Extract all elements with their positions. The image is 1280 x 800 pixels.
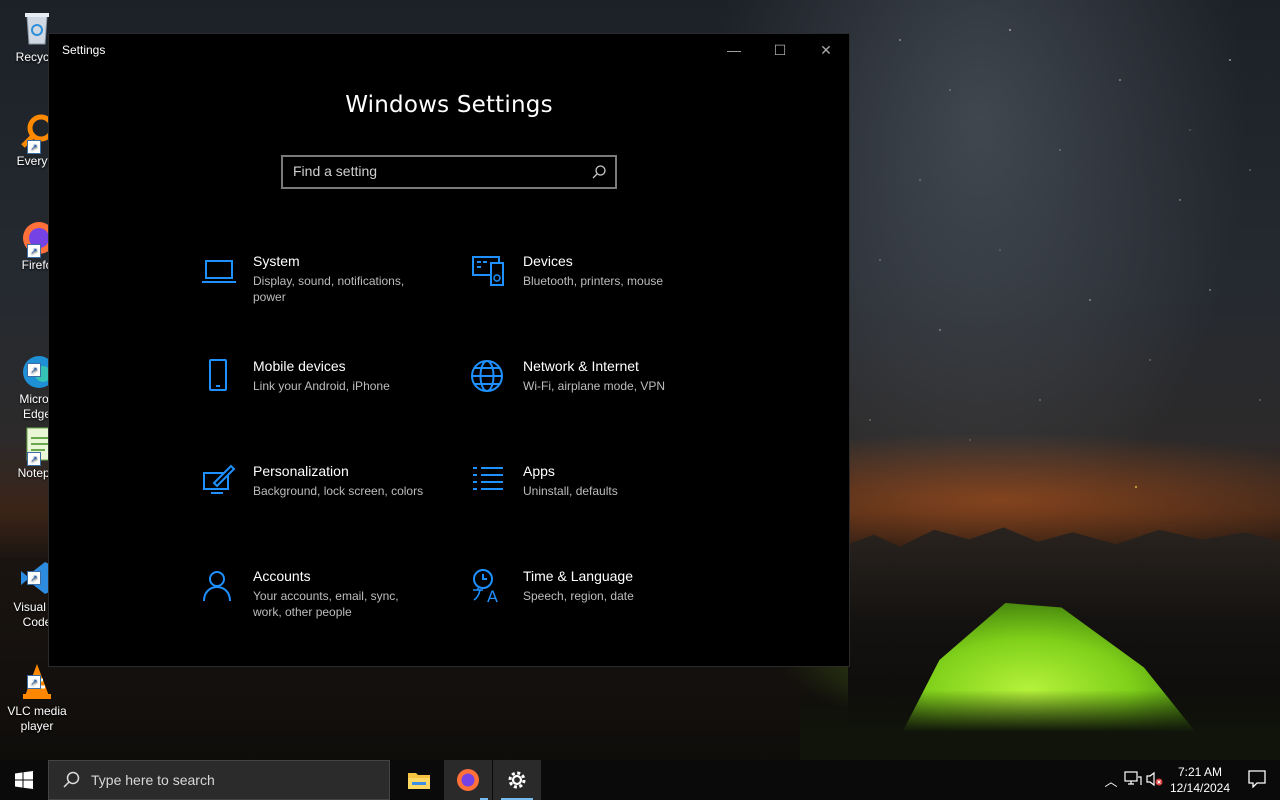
tile-accounts[interactable]: Accounts Your accounts, email, sync, wor… [199, 564, 449, 644]
tile-description: Speech, region, date [523, 589, 634, 603]
search-icon[interactable] [591, 164, 607, 180]
tile-description: Background, lock screen, colors [253, 484, 424, 498]
search-icon [63, 771, 80, 788]
minimize-icon: — [727, 42, 741, 58]
tile-title: Accounts [253, 568, 311, 584]
tile-apps[interactable]: Apps Uninstall, defaults [469, 459, 719, 539]
svg-text:A: A [487, 587, 498, 606]
notification-icon [1248, 769, 1266, 789]
volume-muted-icon[interactable] [1144, 771, 1166, 790]
windows-logo-icon [15, 771, 33, 789]
tile-title: System [253, 253, 300, 269]
clock-date: 12/14/2024 [1169, 781, 1231, 795]
maximize-button[interactable]: ☐ [757, 34, 803, 66]
close-button[interactable]: ✕ [803, 34, 849, 66]
firefox-icon [457, 769, 479, 791]
maximize-icon: ☐ [773, 41, 787, 58]
grass-foreground [800, 690, 1280, 760]
settings-gear-icon [508, 771, 526, 789]
shortcut-arrow-icon: ↗ [27, 675, 41, 689]
tile-description: Your accounts, email, sync, work, other … [253, 589, 399, 619]
taskbar-search-box[interactable]: Type here to search [48, 760, 390, 800]
tile-title: Devices [523, 253, 573, 269]
start-button[interactable] [0, 760, 48, 800]
page-title: Windows Settings [345, 92, 553, 118]
settings-search-box[interactable] [281, 155, 617, 189]
tile-title: Apps [523, 463, 555, 479]
taskbar-file-explorer[interactable] [395, 760, 443, 800]
title-bar[interactable]: Settings — ☐ ✕ [49, 34, 849, 66]
shortcut-arrow-icon: ↗ [27, 244, 41, 258]
shortcut-arrow-icon: ↗ [27, 363, 41, 377]
tile-system[interactable]: System Display, sound, notifications, po… [199, 249, 449, 329]
paint-icon [203, 464, 236, 494]
phone-icon [209, 359, 227, 391]
taskbar-firefox[interactable] [444, 760, 492, 800]
network-icon[interactable] [1122, 770, 1144, 790]
tile-personalization[interactable]: Personalization Background, lock screen,… [199, 459, 449, 539]
action-center-button[interactable] [1234, 769, 1280, 791]
taskbar-clock[interactable]: 7:21 AM 12/14/2024 [1166, 764, 1234, 796]
person-icon [203, 571, 231, 602]
tile-title: Time & Language [523, 568, 633, 584]
tile-mobile-devices[interactable]: Mobile devices Link your Android, iPhone [199, 354, 449, 434]
minimize-button[interactable]: — [711, 34, 757, 66]
clock-time: 7:21 AM [1177, 765, 1223, 779]
tile-description: Uninstall, defaults [523, 484, 618, 498]
window-title: Settings [62, 43, 106, 57]
tile-title: Personalization [253, 463, 349, 479]
settings-window[interactable]: Settings — ☐ ✕ Windows Settings System D… [48, 33, 850, 667]
tile-description: Wi-Fi, airplane mode, VPN [523, 379, 666, 393]
shortcut-arrow-icon: ↗ [27, 452, 41, 466]
time-language-icon: A [473, 569, 498, 606]
laptop-icon [202, 260, 236, 283]
taskbar-search-placeholder: Type here to search [91, 772, 215, 788]
close-icon: ✕ [820, 41, 832, 58]
system-tray: ︿ 7:21 AM 12/14/2024 [1100, 760, 1280, 800]
tile-time-language[interactable]: A Time & Language Speech, region, date [469, 564, 719, 644]
tile-network-internet[interactable]: Network & Internet Wi-Fi, airplane mode,… [469, 354, 719, 434]
tile-description: Link your Android, iPhone [253, 379, 390, 393]
tile-description: Display, sound, notifications, power [253, 274, 405, 304]
tray-overflow-chevron-icon[interactable]: ︿ [1100, 771, 1122, 790]
tile-title: Network & Internet [523, 358, 639, 374]
file-explorer-icon [408, 773, 430, 789]
tile-title: Mobile devices [253, 358, 346, 374]
devices-icon [472, 256, 504, 286]
globe-icon [471, 360, 503, 392]
settings-search-input[interactable] [283, 157, 593, 185]
desktop-icon-label: VLC media player [7, 704, 67, 733]
apps-list-icon [473, 467, 503, 490]
shortcut-arrow-icon: ↗ [27, 571, 41, 585]
shortcut-arrow-icon: ↗ [27, 140, 41, 154]
taskbar-settings[interactable] [493, 760, 541, 800]
tile-description: Bluetooth, printers, mouse [523, 274, 664, 288]
tile-devices[interactable]: Devices Bluetooth, printers, mouse [469, 249, 719, 329]
taskbar: Type here to search ︿ 7:21 AM 12/14/2024 [0, 760, 1280, 800]
